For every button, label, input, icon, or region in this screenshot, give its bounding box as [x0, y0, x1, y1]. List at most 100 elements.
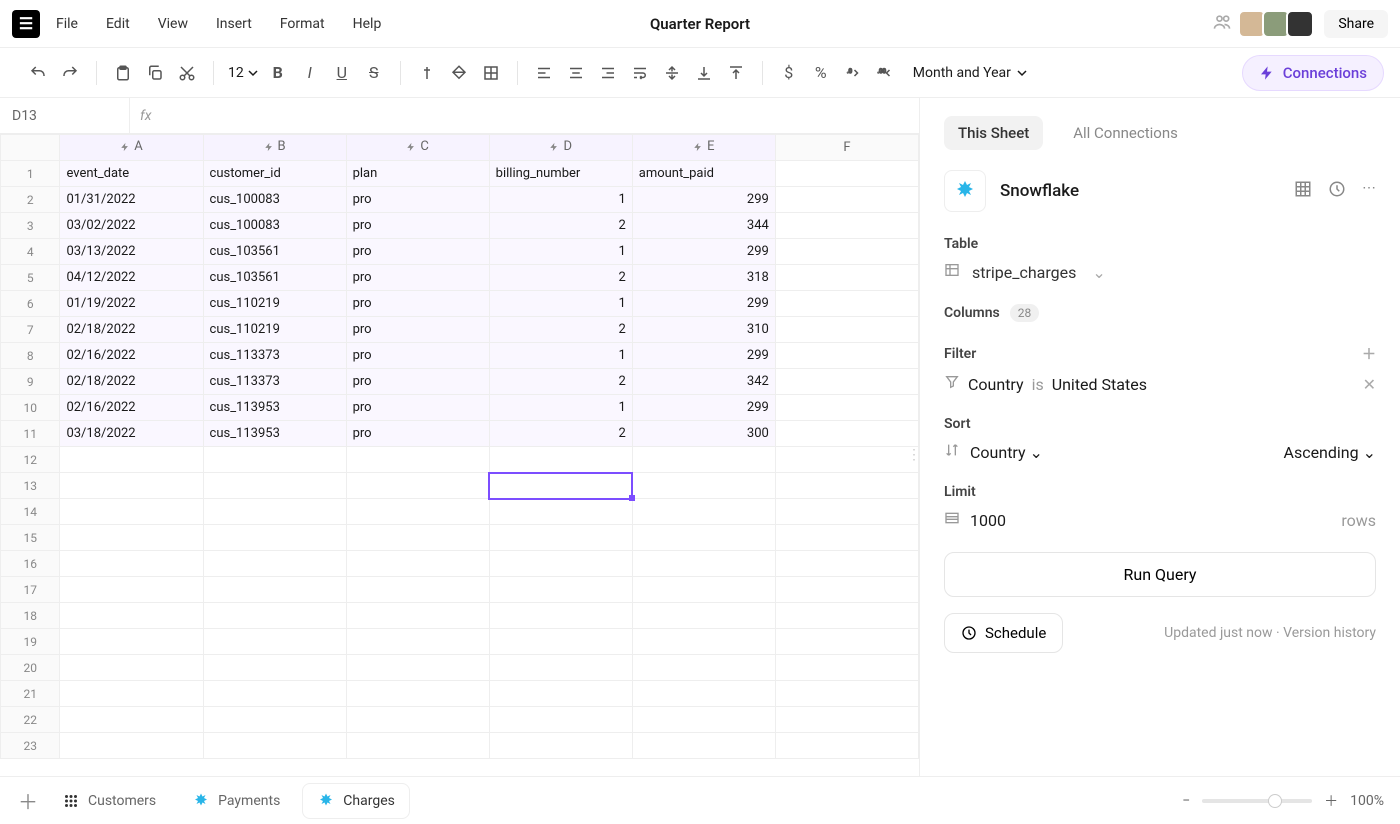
cell[interactable]: 2: [489, 317, 632, 343]
cell[interactable]: [60, 473, 203, 499]
cell[interactable]: [60, 681, 203, 707]
cell[interactable]: cus_103561: [203, 239, 346, 265]
cell[interactable]: [632, 733, 775, 759]
cell[interactable]: [775, 499, 918, 525]
cell[interactable]: pro: [346, 369, 489, 395]
fill-color-icon[interactable]: [447, 61, 471, 85]
cell[interactable]: 299: [632, 239, 775, 265]
avatar-stack[interactable]: [1242, 10, 1314, 38]
cell[interactable]: 299: [632, 343, 775, 369]
column-header-a[interactable]: A: [60, 135, 203, 161]
row-header[interactable]: 3: [1, 213, 60, 239]
cell[interactable]: [346, 733, 489, 759]
cell[interactable]: [632, 629, 775, 655]
cell[interactable]: pro: [346, 187, 489, 213]
row-header[interactable]: 14: [1, 499, 60, 525]
cell[interactable]: [203, 603, 346, 629]
cell[interactable]: [346, 681, 489, 707]
cell[interactable]: [489, 629, 632, 655]
row-header[interactable]: 23: [1, 733, 60, 759]
cell[interactable]: [775, 655, 918, 681]
cell[interactable]: cus_113373: [203, 369, 346, 395]
cell[interactable]: 01/31/2022: [60, 187, 203, 213]
cell[interactable]: 1: [489, 239, 632, 265]
history-icon[interactable]: [1328, 180, 1346, 202]
limit-value[interactable]: 1000: [970, 511, 1006, 530]
panel-drag-handle[interactable]: ⋮: [907, 447, 919, 463]
cell[interactable]: [203, 447, 346, 473]
cell[interactable]: [60, 551, 203, 577]
column-header-e[interactable]: E: [632, 135, 775, 161]
row-header[interactable]: 19: [1, 629, 60, 655]
select-all-corner[interactable]: [1, 135, 60, 161]
cell[interactable]: [775, 421, 918, 447]
cell[interactable]: [203, 473, 346, 499]
row-header[interactable]: 11: [1, 421, 60, 447]
menu-view[interactable]: View: [158, 16, 188, 32]
cell[interactable]: [346, 447, 489, 473]
align-left-icon[interactable]: [532, 61, 556, 85]
cell[interactable]: 299: [632, 187, 775, 213]
copy-icon[interactable]: [143, 61, 167, 85]
cell[interactable]: [775, 707, 918, 733]
cell[interactable]: [60, 447, 203, 473]
zoom-in-button[interactable]: ＋: [1324, 791, 1338, 811]
valign-bottom-icon[interactable]: [692, 61, 716, 85]
table-select[interactable]: stripe_charges ⌄: [944, 262, 1376, 282]
cell[interactable]: [632, 473, 775, 499]
cell[interactable]: 1: [489, 343, 632, 369]
tab-this-sheet[interactable]: This Sheet: [944, 116, 1043, 150]
cell[interactable]: [775, 525, 918, 551]
zoom-out-button[interactable]: −: [1182, 793, 1190, 809]
sheet-tab-payments[interactable]: Payments: [178, 784, 294, 818]
row-header[interactable]: 8: [1, 343, 60, 369]
cell[interactable]: 02/18/2022: [60, 369, 203, 395]
row-header[interactable]: 6: [1, 291, 60, 317]
menu-insert[interactable]: Insert: [216, 16, 252, 32]
cell[interactable]: customer_id: [203, 161, 346, 187]
cell[interactable]: [203, 525, 346, 551]
cell[interactable]: 1: [489, 187, 632, 213]
cell[interactable]: [775, 733, 918, 759]
cell[interactable]: [346, 525, 489, 551]
cell[interactable]: [203, 681, 346, 707]
cell[interactable]: [489, 551, 632, 577]
row-header[interactable]: 13: [1, 473, 60, 499]
cell[interactable]: [346, 655, 489, 681]
cell[interactable]: cus_113953: [203, 395, 346, 421]
cell[interactable]: cus_100083: [203, 187, 346, 213]
menu-file[interactable]: File: [56, 16, 78, 32]
cell[interactable]: 03/02/2022: [60, 213, 203, 239]
cell[interactable]: [632, 707, 775, 733]
cell[interactable]: [346, 551, 489, 577]
cell[interactable]: 299: [632, 291, 775, 317]
cell[interactable]: [346, 603, 489, 629]
cell[interactable]: 344: [632, 213, 775, 239]
column-header-f[interactable]: F: [775, 135, 918, 161]
filter-row[interactable]: Country is United States ✕: [944, 374, 1376, 394]
share-button[interactable]: Share: [1324, 10, 1388, 38]
cell[interactable]: [775, 265, 918, 291]
cell[interactable]: 2: [489, 213, 632, 239]
cell[interactable]: [346, 499, 489, 525]
connections-button[interactable]: Connections: [1242, 55, 1384, 91]
row-header[interactable]: 2: [1, 187, 60, 213]
cell[interactable]: [775, 551, 918, 577]
cut-icon[interactable]: [175, 61, 199, 85]
sheet-tab-charges[interactable]: Charges: [302, 783, 410, 819]
row-header[interactable]: 17: [1, 577, 60, 603]
row-header[interactable]: 16: [1, 551, 60, 577]
cell[interactable]: [775, 343, 918, 369]
row-header[interactable]: 9: [1, 369, 60, 395]
cell[interactable]: 1: [489, 291, 632, 317]
cell[interactable]: [775, 447, 918, 473]
cell[interactable]: [203, 499, 346, 525]
cell[interactable]: [346, 707, 489, 733]
cell[interactable]: billing_number: [489, 161, 632, 187]
grid-view-icon[interactable]: [1294, 180, 1312, 202]
cell[interactable]: [632, 681, 775, 707]
cell[interactable]: 299: [632, 395, 775, 421]
menu-format[interactable]: Format: [280, 16, 325, 32]
updated-text[interactable]: Updated just now · Version history: [1164, 625, 1376, 641]
cell[interactable]: 02/16/2022: [60, 395, 203, 421]
